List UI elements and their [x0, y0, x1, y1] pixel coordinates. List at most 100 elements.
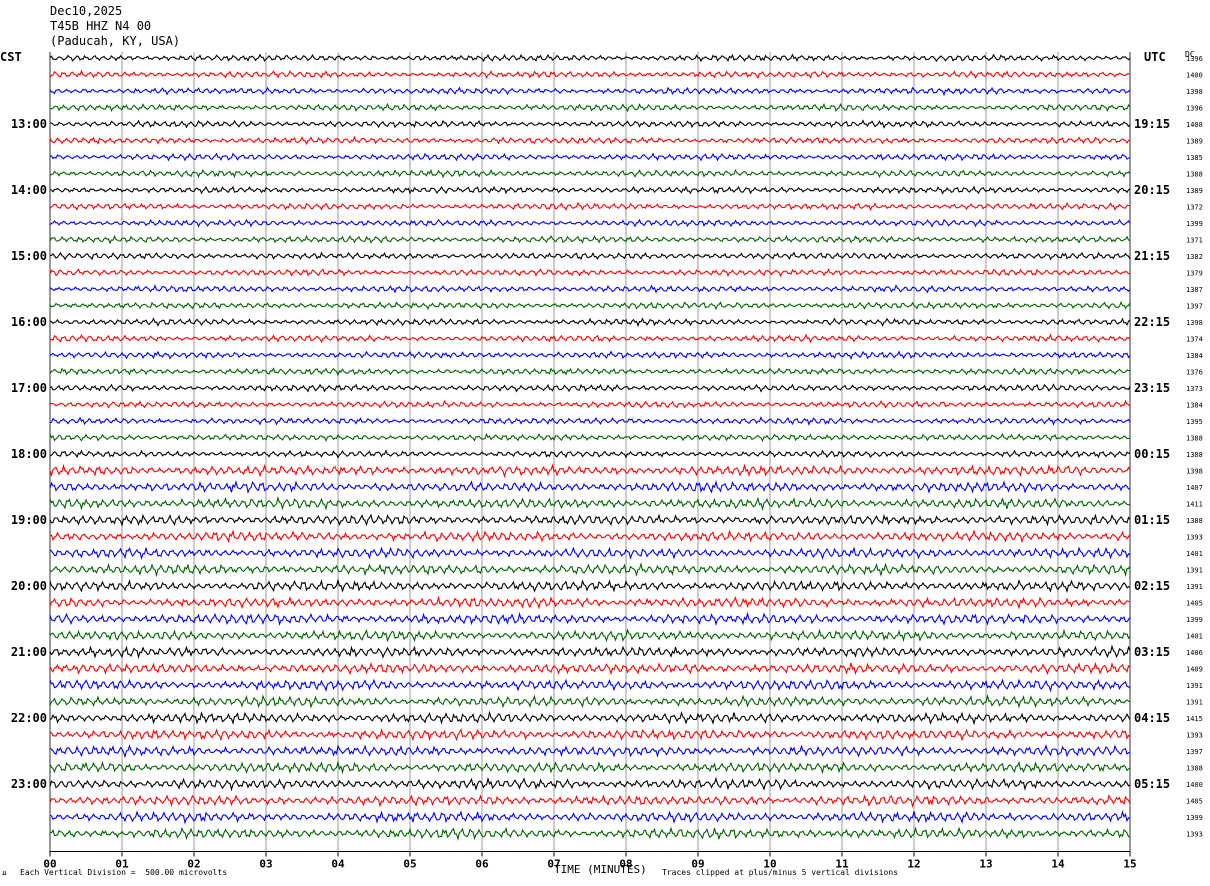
left-hour-label: 19:00	[11, 513, 47, 527]
dc-offset-label: 1393	[1186, 831, 1203, 839]
seismic-trace	[49, 168, 1131, 179]
dc-offset-label: 1389	[1186, 138, 1203, 146]
seismic-trace	[49, 810, 1131, 825]
seismic-trace	[49, 496, 1131, 512]
dc-offset-label: 1391	[1186, 682, 1203, 690]
left-hour-label: 17:00	[11, 381, 47, 395]
left-hour-label: 15:00	[11, 249, 47, 263]
dc-offset-label: 1397	[1186, 303, 1203, 311]
left-hour-label: 22:00	[11, 711, 47, 725]
seismic-trace	[49, 578, 1131, 594]
dc-offset-label: 1373	[1186, 385, 1203, 393]
seismic-trace	[49, 102, 1131, 113]
right-hour-label: 05:15	[1134, 777, 1170, 791]
seismic-trace	[49, 333, 1131, 344]
seismic-trace	[49, 300, 1131, 311]
seismic-trace	[49, 661, 1131, 676]
right-hour-label: 23:15	[1134, 381, 1170, 395]
dc-offset-label: 1374	[1186, 336, 1203, 344]
seismic-trace	[49, 678, 1131, 693]
seismic-trace	[49, 480, 1131, 495]
dc-offset-label: 1376	[1186, 369, 1203, 377]
seismic-trace	[49, 119, 1131, 129]
right-hour-label: 04:15	[1134, 711, 1170, 725]
right-hour-label: 02:15	[1134, 579, 1170, 593]
right-hour-label: 03:15	[1134, 645, 1170, 659]
dc-offset-label: 1388	[1186, 517, 1203, 525]
dc-offset-label: 1399	[1186, 814, 1203, 822]
right-hour-label: 00:15	[1134, 447, 1170, 461]
dc-offset-label: 1399	[1186, 616, 1203, 624]
seismic-trace	[49, 69, 1131, 80]
dc-offset-label: 1405	[1186, 600, 1203, 608]
seismic-trace	[49, 546, 1131, 561]
seismic-trace	[49, 152, 1131, 162]
seismic-trace	[49, 628, 1131, 643]
dc-offset-label: 1400	[1186, 781, 1203, 789]
seismic-trace	[49, 135, 1131, 146]
seismic-trace	[49, 416, 1131, 426]
dc-offset-label: 1389	[1186, 187, 1203, 195]
dc-offset-label: 1393	[1186, 732, 1203, 740]
seismic-trace	[49, 710, 1131, 726]
dc-offset-label: 1406	[1186, 649, 1203, 657]
seismic-trace	[49, 463, 1131, 478]
dc-offset-label: 1415	[1186, 715, 1203, 723]
dc-offset-label: 1384	[1186, 352, 1203, 360]
dc-offset-label: 1391	[1186, 567, 1203, 575]
left-hour-label: 14:00	[11, 183, 47, 197]
left-hour-label: 16:00	[11, 315, 47, 329]
dc-offset-label: 1387	[1186, 286, 1203, 294]
dc-offset-label: 1388	[1186, 435, 1203, 443]
right-hour-label: 20:15	[1134, 183, 1170, 197]
seismic-trace	[49, 268, 1131, 278]
dc-offset-label: 1388	[1186, 451, 1203, 459]
x-tick-label: 04	[331, 858, 345, 871]
seismic-trace	[49, 399, 1131, 409]
left-hour-label: 20:00	[11, 579, 47, 593]
dc-offset-label: 1398	[1186, 88, 1203, 96]
seismic-trace	[49, 201, 1130, 212]
x-tick-label: 03	[259, 858, 272, 871]
dc-offset-label: 1401	[1186, 550, 1203, 558]
seismic-trace	[49, 727, 1131, 742]
dc-offset-label: 1395	[1186, 418, 1203, 426]
x-tick-label: 14	[1051, 858, 1065, 871]
seismic-trace	[49, 760, 1131, 775]
dc-offset-label: 1388	[1186, 171, 1203, 179]
seismic-trace	[49, 595, 1131, 610]
dc-offset-label: 1384	[1186, 402, 1203, 410]
scale-note: Each Vertical Division = 500.00 microvol…	[20, 868, 228, 877]
x-axis-title: TIME (MINUTES)	[554, 863, 647, 876]
right-hour-label: 19:15	[1134, 117, 1170, 131]
seismic-trace	[49, 234, 1131, 245]
seismic-trace	[49, 383, 1131, 393]
dc-offset-label: 1379	[1186, 270, 1203, 278]
dc-offset-label: 1399	[1186, 220, 1203, 228]
left-hour-label: 21:00	[11, 645, 47, 659]
seismic-trace	[49, 367, 1130, 377]
dc-offset-label: 1396	[1186, 55, 1203, 63]
seismic-trace	[50, 251, 1131, 261]
x-tick-label: 15	[1123, 858, 1136, 871]
dc-offset-label: 1407	[1186, 484, 1203, 492]
seismic-trace	[49, 644, 1131, 659]
right-hour-label: 22:15	[1134, 315, 1170, 329]
clip-note: Traces clipped at plus/minus 5 vertical …	[662, 868, 899, 877]
dc-offset-label: 1391	[1186, 583, 1203, 591]
left-hour-label: 13:00	[11, 117, 47, 131]
seismic-trace	[49, 449, 1131, 459]
seismic-trace	[49, 350, 1131, 360]
dc-offset-label: 1385	[1186, 154, 1203, 162]
left-hour-label: 23:00	[11, 777, 47, 791]
dc-offset-label: 1371	[1186, 237, 1203, 245]
dc-offset-label: 1398	[1186, 468, 1203, 476]
dc-offset-label: 1372	[1186, 204, 1203, 212]
corner-mark: ⇊	[2, 868, 7, 877]
dc-offset-label: 1388	[1186, 765, 1203, 773]
dc-offset-label: 1396	[1186, 105, 1203, 113]
dc-offset-label: 1398	[1186, 319, 1203, 327]
seismic-trace	[49, 529, 1131, 544]
x-tick-label: 06	[475, 858, 489, 871]
seismic-trace	[49, 611, 1131, 626]
